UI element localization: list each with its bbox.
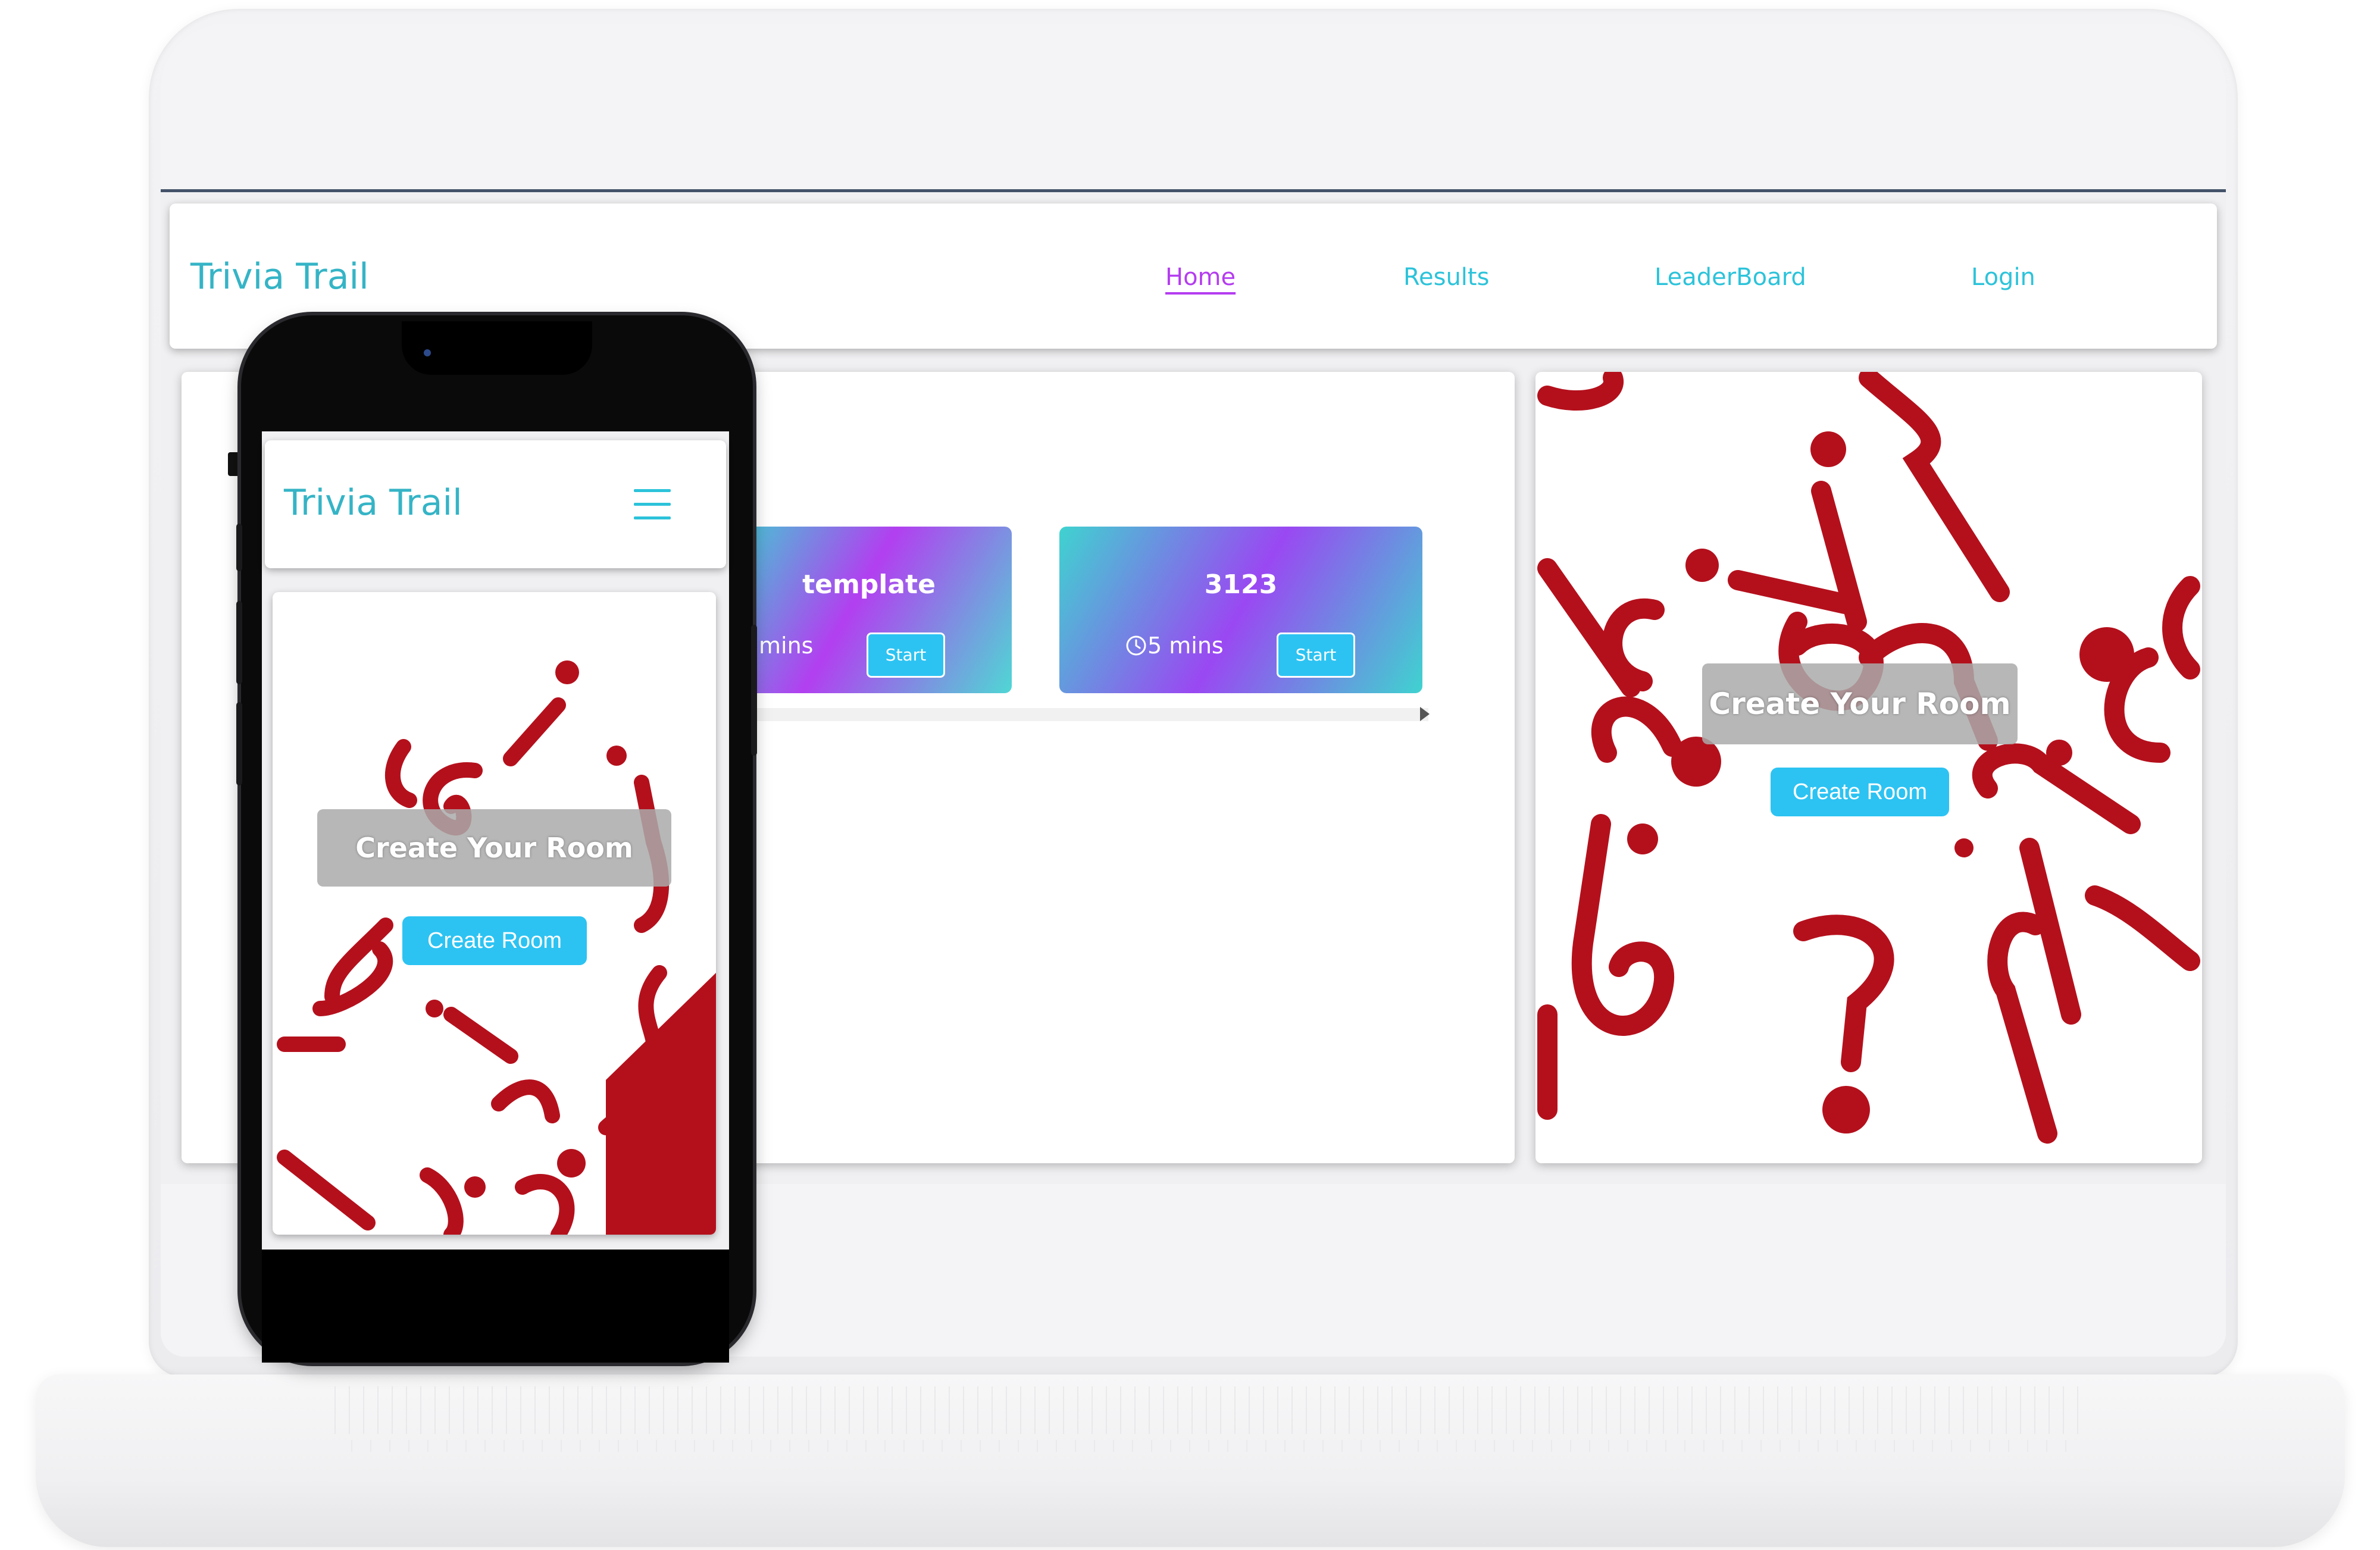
nav-link-home[interactable]: Home: [1165, 264, 1236, 291]
phone-side-button: [236, 702, 242, 785]
phone-bottom-bezel: [262, 1250, 729, 1363]
nav-link-leaderboard[interactable]: LeaderBoard: [1655, 264, 1806, 291]
quiz-duration-text: 5 mins: [1147, 632, 1224, 659]
phone-side-button: [236, 601, 242, 684]
quiz-duration: 5 mins: [1125, 632, 1224, 659]
horizontal-scrollbar[interactable]: [744, 708, 1428, 721]
hamburger-menu-icon[interactable]: [634, 489, 671, 520]
desktop-brand-logo[interactable]: Trivia Trail: [190, 256, 369, 298]
hamburger-bar: [634, 516, 671, 519]
quiz-start-button[interactable]: Start: [867, 632, 945, 678]
viewport-top-border: [161, 189, 2226, 192]
camera-icon: [424, 349, 431, 356]
mobile-create-room-heading: Create Your Room: [317, 809, 671, 887]
nav-link-login[interactable]: Login: [1971, 264, 2035, 291]
scroll-right-arrow-icon[interactable]: [1420, 707, 1430, 721]
laptop-keyboard: [321, 1386, 2083, 1434]
quiz-title: template: [802, 569, 936, 600]
hamburger-bar: [634, 503, 671, 506]
quiz-duration: mins: [759, 632, 814, 659]
clock-icon: [1126, 635, 1146, 656]
nav-link-results[interactable]: Results: [1403, 264, 1489, 291]
create-room-button[interactable]: Create Room: [1771, 768, 1949, 816]
phone-power-button: [751, 625, 757, 756]
create-room-heading: Create Your Room: [1702, 663, 2018, 744]
laptop-keyboard-row: [333, 1440, 2071, 1452]
quiz-card[interactable]: template mins Start: [726, 527, 1012, 693]
question-marks-illustration: [277, 660, 716, 1235]
mobile-create-room-card: Create Your Room Create Room: [273, 592, 716, 1235]
phone-side-button: [236, 524, 242, 571]
mobile-brand-logo[interactable]: Trivia Trail: [284, 482, 462, 524]
mobile-create-room-button[interactable]: Create Room: [402, 916, 587, 965]
content-edge-fragment: [228, 452, 241, 476]
quiz-card[interactable]: 3123 5 mins Start: [1059, 527, 1422, 693]
quiz-title: 3123: [1204, 569, 1278, 600]
create-room-card: Create Your Room Create Room: [1535, 372, 2202, 1163]
phone-notch: [402, 321, 592, 375]
hamburger-bar: [634, 489, 671, 492]
quiz-start-button[interactable]: Start: [1277, 632, 1355, 678]
